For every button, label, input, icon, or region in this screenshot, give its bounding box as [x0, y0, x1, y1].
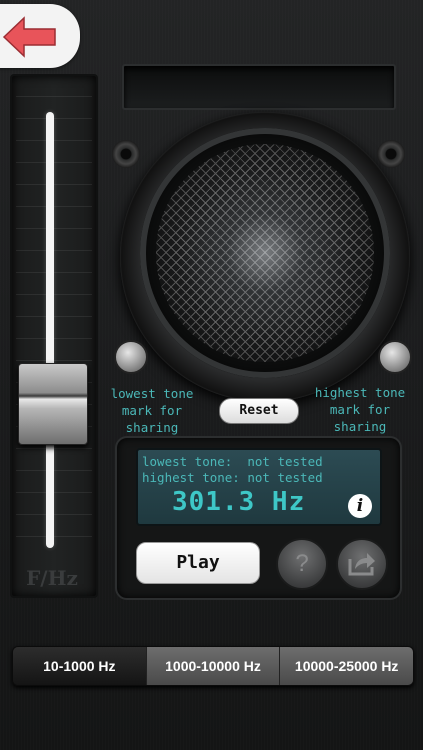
lowest-tone-label: lowest tone mark for sharing	[110, 386, 194, 435]
highest-tone-label: highest tone mark for sharing	[314, 385, 406, 434]
share-icon	[348, 553, 375, 576]
slider-track[interactable]	[46, 112, 54, 548]
range-10-1000[interactable]: 10-1000 Hz	[13, 647, 146, 685]
screw-top-right	[377, 140, 405, 168]
play-button[interactable]: Play	[136, 542, 260, 584]
speaker-grille	[156, 144, 374, 362]
frequency-axis-label: F/Hz	[26, 566, 78, 590]
back-button[interactable]	[0, 4, 80, 68]
help-button[interactable]: ?	[276, 538, 328, 590]
range-10000-25000[interactable]: 10000-25000 Hz	[279, 647, 413, 685]
screw-top-left	[112, 140, 140, 168]
slider-ticks	[16, 96, 92, 556]
lowest-tone-mark-button[interactable]	[114, 340, 148, 374]
back-arrow-icon	[2, 16, 56, 58]
range-1000-10000[interactable]: 1000-10000 Hz	[145, 647, 280, 685]
frequency-range-selector: 10-1000 Hz 1000-10000 Hz 10000-25000 Hz	[12, 646, 414, 686]
reset-button[interactable]: Reset	[219, 398, 299, 424]
info-icon[interactable]: i	[348, 494, 372, 518]
top-display-window	[122, 64, 396, 110]
question-icon: ?	[295, 550, 309, 577]
highest-tone-mark-button[interactable]	[378, 340, 412, 374]
lcd-display: lowest tone: not tested highest tone: no…	[136, 448, 382, 526]
highest-tone-status: highest tone: not tested	[142, 470, 323, 485]
frequency-readout: 301.3 Hz	[172, 487, 306, 517]
slider-thumb[interactable]	[18, 363, 88, 445]
lowest-tone-status: lowest tone: not tested	[142, 454, 323, 469]
frequency-slider-panel	[10, 74, 98, 598]
share-button[interactable]	[336, 538, 388, 590]
